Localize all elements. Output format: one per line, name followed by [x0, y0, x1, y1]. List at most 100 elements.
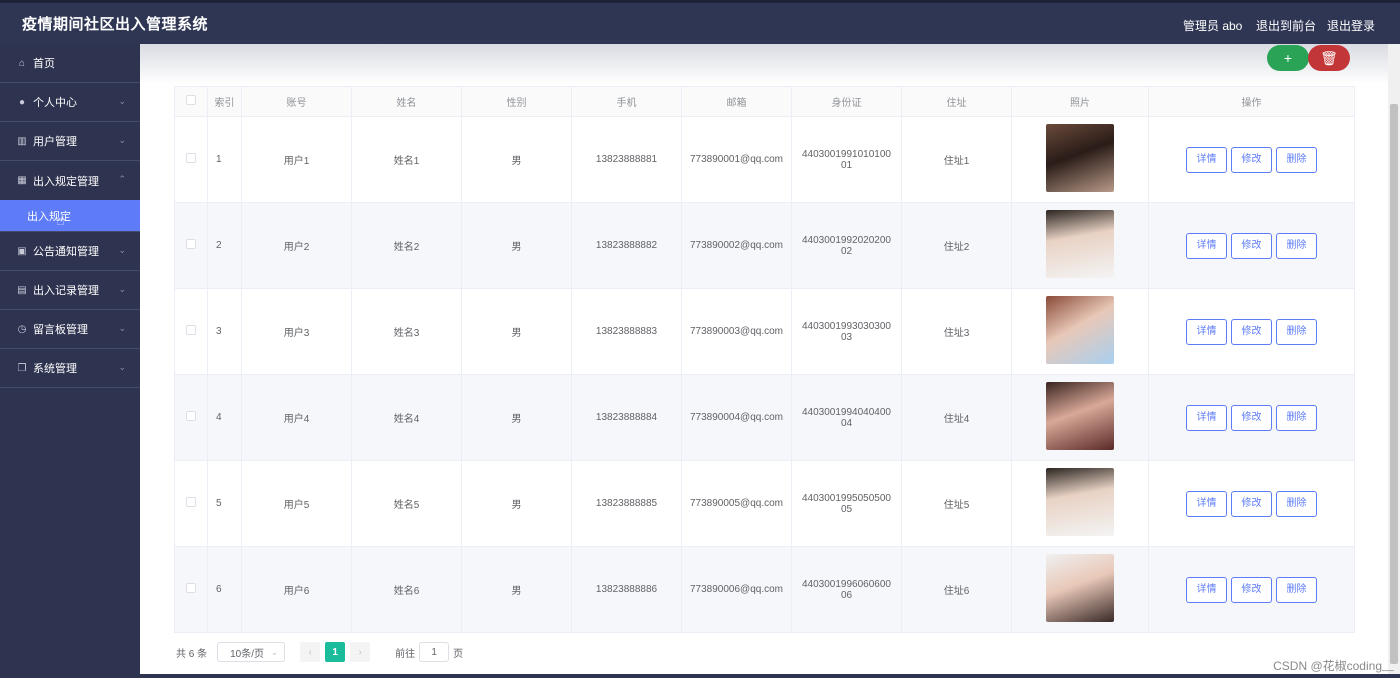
batch-delete-button[interactable]: 🗑 — [1308, 45, 1350, 71]
logout-link[interactable]: 退出登录 — [1327, 17, 1375, 34]
select-all-checkbox[interactable] — [186, 95, 196, 105]
row-checkbox[interactable] — [186, 239, 196, 249]
vertical-scrollbar[interactable] — [1388, 44, 1400, 674]
row-select-cell[interactable] — [174, 460, 208, 547]
goto-page-input[interactable]: 1 — [419, 642, 450, 662]
hand-cursor-icon: ☝ — [56, 212, 65, 228]
row-select-cell[interactable] — [174, 116, 208, 203]
goto-suffix: 页 — [453, 648, 464, 660]
sidebar-item-records[interactable]: ▤ 出入记录管理 ⌄ — [0, 271, 140, 310]
id-card-cell: 4403001995050500 05 — [791, 460, 902, 547]
sidebar-item-rules-manage[interactable]: ▦ 出入规定管理 ⌃ — [0, 161, 140, 200]
sidebar-subitem-rules[interactable]: 出入规定 ☝ — [0, 200, 140, 232]
delete-button[interactable]: 删除 — [1276, 146, 1317, 173]
index-cell: 1 — [207, 116, 242, 203]
row-checkbox[interactable] — [186, 583, 196, 593]
account-cell: 用户3 — [241, 288, 352, 375]
photo-cell — [1011, 546, 1149, 633]
sidebar-item-system[interactable]: ❐ 系统管理 ⌄ — [0, 349, 140, 388]
front-link[interactable]: 退出到前台 — [1256, 17, 1316, 34]
index-cell: 5 — [207, 460, 242, 547]
sidebar: ⌂ 首页 ● 个人中心 ⌄ ▥ 用户管理 ⌄ ▦ 出入规定管理 ⌃ 出入规定 ☝… — [0, 44, 140, 678]
photo-cell — [1011, 288, 1149, 375]
delete-button[interactable]: 删除 — [1276, 490, 1317, 517]
sidebar-item-users[interactable]: ▥ 用户管理 ⌄ — [0, 122, 140, 161]
page-size-value: 10条/页 — [230, 648, 265, 660]
edit-button[interactable]: 修改 — [1231, 576, 1272, 603]
sidebar-item-label: 用户管理 — [33, 136, 77, 148]
photo-cell — [1011, 374, 1149, 461]
sex-cell: 男 — [461, 546, 572, 633]
detail-button[interactable]: 详情 — [1186, 318, 1227, 345]
row-checkbox[interactable] — [186, 497, 196, 507]
detail-button[interactable]: 详情 — [1186, 232, 1227, 259]
total-count: 共 6 条 — [176, 648, 208, 660]
delete-button[interactable]: 删除 — [1276, 404, 1317, 431]
column-header: 操作 — [1148, 86, 1355, 117]
detail-button[interactable]: 详情 — [1186, 404, 1227, 431]
record-icon: ▤ — [17, 284, 27, 296]
header-shade — [140, 44, 1388, 84]
sidebar-item-label: 首页 — [33, 58, 55, 70]
page-number-current[interactable]: 1 — [325, 642, 346, 662]
home-icon: ⌂ — [18, 57, 26, 69]
sex-cell: 男 — [461, 202, 572, 289]
sidebar-item-label: 公告通知管理 — [33, 246, 99, 258]
delete-button[interactable]: 删除 — [1276, 232, 1317, 259]
next-page-button[interactable]: › — [350, 642, 371, 662]
select-all-cell[interactable] — [174, 86, 208, 117]
edit-button[interactable]: 修改 — [1231, 318, 1272, 345]
column-header: 身份证 — [791, 86, 902, 117]
edit-button[interactable]: 修改 — [1231, 232, 1272, 259]
sidebar-item-home[interactable]: ⌂ 首页 — [0, 44, 140, 83]
detail-button[interactable]: 详情 — [1186, 576, 1227, 603]
edit-button[interactable]: 修改 — [1231, 404, 1272, 431]
row-select-cell[interactable] — [174, 374, 208, 461]
action-cell: 详情 修改 删除 — [1148, 202, 1355, 289]
row-select-cell[interactable] — [174, 288, 208, 375]
account-cell: 用户1 — [241, 116, 352, 203]
sidebar-item-notice[interactable]: ▣ 公告通知管理 ⌄ — [0, 232, 140, 271]
sidebar-item-label: 留言板管理 — [33, 324, 88, 336]
admin-label[interactable]: 管理员 abo — [1183, 17, 1242, 34]
sidebar-item-messages[interactable]: ◷ 留言板管理 ⌄ — [0, 310, 140, 349]
app-title: 疫情期间社区出入管理系统 — [22, 16, 209, 33]
row-select-cell[interactable] — [174, 202, 208, 289]
sidebar-item-label: 系统管理 — [33, 363, 77, 375]
address-cell: 住址5 — [901, 460, 1012, 547]
delete-button[interactable]: 删除 — [1276, 576, 1317, 603]
row-select-cell[interactable] — [174, 546, 208, 633]
id-card-cell: 4403001992020200 02 — [791, 202, 902, 289]
delete-button[interactable]: 删除 — [1276, 318, 1317, 345]
add-button[interactable]: + — [1267, 45, 1309, 71]
email-cell: 773890001@qq.com — [681, 116, 792, 203]
detail-button[interactable]: 详情 — [1186, 146, 1227, 173]
edit-button[interactable]: 修改 — [1231, 146, 1272, 173]
user-icon: ● — [18, 96, 26, 108]
table-row: 5 用户5 姓名5 男 13823888885 773890005@qq.com… — [174, 460, 1355, 547]
row-checkbox[interactable] — [186, 325, 196, 335]
id-card-line2: 01 — [840, 159, 853, 171]
edit-button[interactable]: 修改 — [1231, 490, 1272, 517]
name-cell: 姓名2 — [351, 202, 462, 289]
name-cell: 姓名5 — [351, 460, 462, 547]
page-size-select[interactable]: 10条/页 ⌄ — [217, 642, 286, 662]
avatar-photo — [1046, 210, 1114, 278]
goto-label: 前往 — [395, 648, 416, 660]
id-card-line2: 05 — [840, 503, 853, 515]
sidebar-item-profile[interactable]: ● 个人中心 ⌄ — [0, 83, 140, 122]
data-table: 索引 账号 姓名 性别 手机 邮箱 身份证 住址 照片 操作 1 用户1 姓名1… — [174, 86, 1355, 633]
prev-page-button[interactable]: ‹ — [300, 642, 321, 662]
index-cell: 4 — [207, 374, 242, 461]
row-checkbox[interactable] — [186, 153, 196, 163]
phone-cell: 13823888885 — [571, 460, 682, 547]
account-cell: 用户2 — [241, 202, 352, 289]
photo-cell — [1011, 116, 1149, 203]
row-checkbox[interactable] — [186, 411, 196, 421]
chevron-down-icon: ⌄ — [118, 284, 126, 294]
id-card-line1: 4403001992020200 — [802, 234, 891, 246]
chevron-up-icon: ⌃ — [118, 174, 126, 184]
scrollbar-thumb[interactable] — [1390, 104, 1398, 664]
detail-button[interactable]: 详情 — [1186, 490, 1227, 517]
top-header: 疫情期间社区出入管理系统 管理员 abo 退出到前台 退出登录 — [0, 0, 1400, 44]
